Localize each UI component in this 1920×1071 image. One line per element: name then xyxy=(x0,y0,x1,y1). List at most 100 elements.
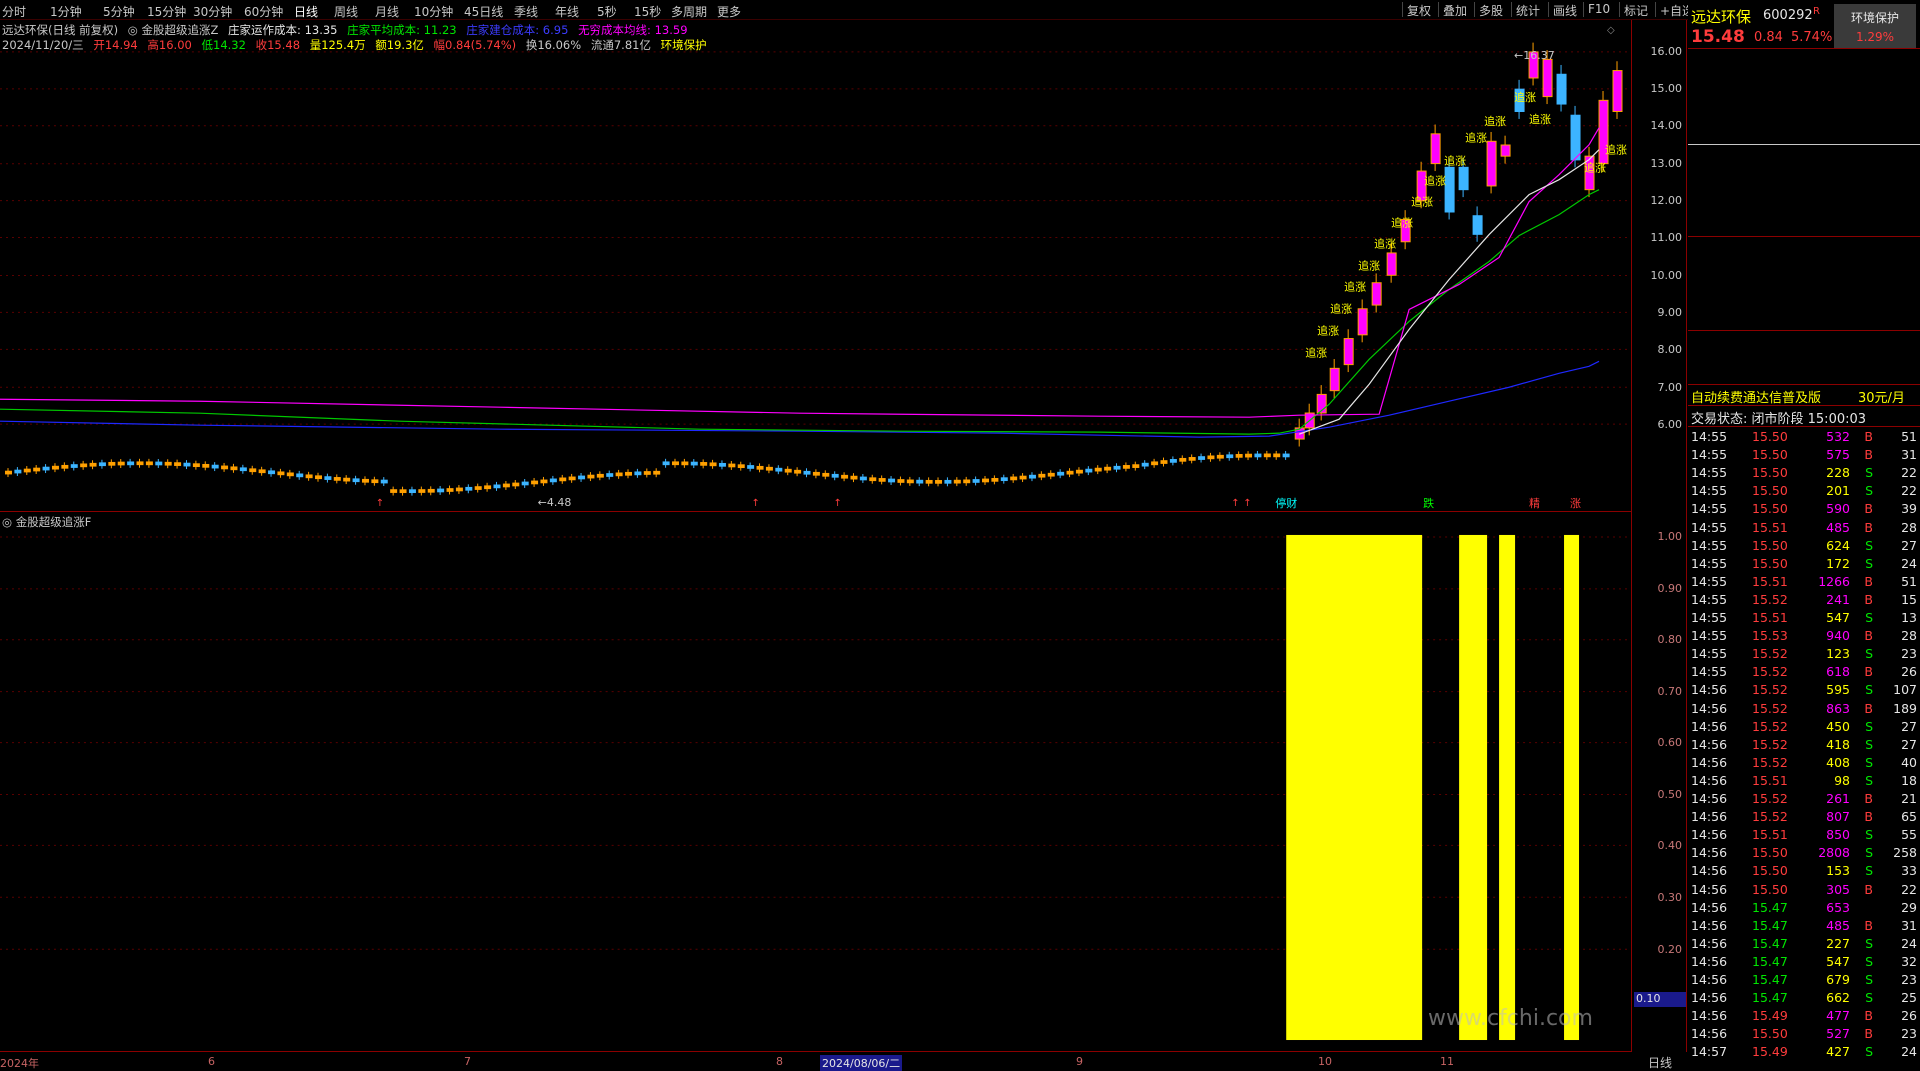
sub-indicator-header[interactable]: ◎ 金股超级追涨F xyxy=(2,514,91,530)
candle-body xyxy=(662,461,670,466)
tick-row: 14:55 15.51 547 S 13 xyxy=(1688,609,1920,627)
tick-time: 14:55 xyxy=(1691,429,1728,444)
ask-row-0[interactable] xyxy=(1688,50,1920,68)
candle-body xyxy=(1179,457,1187,462)
tick-count: 28 xyxy=(1901,628,1917,644)
candlestick-chart[interactable]: 追涨追涨追涨追涨追涨追涨追涨追涨追涨追涨追涨追涨追涨追涨追涨追涨←16.37←4… xyxy=(0,20,1632,512)
candle-body xyxy=(700,462,708,466)
tick-price: 15.50 xyxy=(1752,483,1788,499)
price-tick-label: 13.00 xyxy=(1650,157,1683,170)
tick-price: 15.50 xyxy=(1752,863,1788,879)
bottom-signal-label: 跌 xyxy=(1423,496,1434,510)
ask-row-3[interactable] xyxy=(1688,107,1920,125)
tick-count: 258 xyxy=(1893,845,1917,861)
candle-body xyxy=(1113,465,1121,470)
candle-body xyxy=(1207,455,1215,460)
tick-volume: 450 xyxy=(1826,718,1850,734)
period-tab-8[interactable]: 月线 xyxy=(375,3,399,20)
low-price-label: ←4.48 xyxy=(538,496,572,509)
tick-time: 14:55 xyxy=(1691,628,1728,644)
promo-line[interactable]: 自动续费通达信普及版 30元/月 xyxy=(1688,386,1920,406)
period-tab-11[interactable]: 季线 xyxy=(514,3,538,20)
period-tab-6[interactable]: 日线 xyxy=(294,3,318,20)
tick-side: B xyxy=(1864,809,1873,825)
tick-price: 15.51 xyxy=(1752,573,1788,589)
toolbar-button-6[interactable]: 标记 xyxy=(1624,2,1648,19)
candle-body xyxy=(1430,133,1441,165)
toolbar-button-4[interactable]: 画线 xyxy=(1553,2,1577,19)
candle-body xyxy=(728,463,736,468)
tick-row: 14:56 15.52 807 B 65 xyxy=(1688,808,1920,826)
period-tab-2[interactable]: 5分钟 xyxy=(103,3,135,20)
period-tab-0[interactable]: 分时 xyxy=(2,3,26,20)
price-tick-label: 11.00 xyxy=(1650,231,1683,244)
tick-side: S xyxy=(1865,465,1873,481)
period-tab-16[interactable]: 更多 xyxy=(717,3,741,20)
candle-body xyxy=(42,466,50,471)
tick-count: 24 xyxy=(1901,1044,1917,1060)
candle-body xyxy=(925,479,933,484)
bid-row-3[interactable] xyxy=(1688,202,1920,220)
candle-body xyxy=(775,467,783,472)
candle-body xyxy=(549,478,557,483)
period-tab-15[interactable]: 多周期 xyxy=(671,3,707,20)
tick-volume: 532 xyxy=(1826,429,1850,444)
toolbar-button-0[interactable]: 复权 xyxy=(1407,2,1431,19)
signal-label: 追涨 xyxy=(1305,345,1327,359)
indicator-bar xyxy=(1564,534,1580,1041)
bid-row-1[interactable] xyxy=(1688,165,1920,183)
price-pct: 5.74% xyxy=(1791,30,1833,45)
tick-time: 14:55 xyxy=(1691,519,1728,535)
ask-row-4[interactable] xyxy=(1688,126,1920,144)
period-tab-3[interactable]: 15分钟 xyxy=(147,3,186,20)
toolbar-button-2[interactable]: 多股 xyxy=(1479,2,1503,19)
period-tab-9[interactable]: 10分钟 xyxy=(414,3,453,20)
candle-body xyxy=(1570,114,1581,161)
period-tab-5[interactable]: 60分钟 xyxy=(244,3,283,20)
stats-row-2 xyxy=(1688,276,1920,294)
period-tab-7[interactable]: 周线 xyxy=(334,3,358,20)
period-tab-4[interactable]: 30分钟 xyxy=(193,3,232,20)
ask-row-1[interactable] xyxy=(1688,69,1920,87)
tick-side: B xyxy=(1864,881,1873,897)
bid-row-2[interactable] xyxy=(1688,183,1920,201)
period-tab-14[interactable]: 15秒 xyxy=(634,3,661,20)
tick-volume: 679 xyxy=(1826,972,1850,987)
last-price: 15.48 xyxy=(1691,27,1745,47)
candle-body xyxy=(794,469,802,474)
toolbar-button-3[interactable]: 统计 xyxy=(1516,2,1540,19)
tick-row: 14:55 15.52 618 B 26 xyxy=(1688,663,1920,681)
candle-body xyxy=(784,468,792,473)
period-tab-1[interactable]: 1分钟 xyxy=(50,3,82,20)
price-change: 0.84 xyxy=(1754,30,1783,45)
period-tab-10[interactable]: 45日线 xyxy=(464,3,503,20)
candle-body xyxy=(850,475,858,480)
ask-row-2[interactable] xyxy=(1688,88,1920,106)
period-tab-12[interactable]: 年线 xyxy=(555,3,579,20)
tick-volume: 590 xyxy=(1826,501,1850,517)
toolbar-button-5[interactable]: F10 xyxy=(1588,2,1610,16)
period-toolbar: 分时 1分钟 5分钟 15分钟 30分钟 60分钟 日线 周线 月线 10分钟 45日线 季线 年线 5秒… xyxy=(0,0,1920,20)
tick-time: 14:55 xyxy=(1691,555,1728,571)
tick-side: S xyxy=(1865,736,1873,752)
candle-body xyxy=(531,480,539,485)
candle-body xyxy=(1169,459,1177,463)
candle-body xyxy=(305,474,313,479)
bid-row-0[interactable] xyxy=(1688,146,1920,164)
bottom-signal-label: 涨 xyxy=(1570,497,1581,510)
candle-body xyxy=(192,463,200,468)
indicator-subchart[interactable] xyxy=(0,512,1632,1052)
tick-side: S xyxy=(1865,754,1873,770)
tick-time: 14:55 xyxy=(1691,447,1728,463)
candle-body xyxy=(1273,453,1281,458)
tick-row: 14:55 15.50 590 B 39 xyxy=(1688,500,1920,518)
period-tab-13[interactable]: 5秒 xyxy=(597,3,617,20)
tick-price: 15.50 xyxy=(1752,555,1788,571)
candle-body xyxy=(1371,282,1382,306)
tick-count: 27 xyxy=(1901,718,1917,734)
toolbar-button-1[interactable]: 叠加 xyxy=(1443,2,1467,19)
candle-body xyxy=(1500,144,1511,157)
tick-time: 14:56 xyxy=(1691,772,1728,788)
candle-body xyxy=(23,468,31,473)
tick-count: 189 xyxy=(1893,700,1917,716)
